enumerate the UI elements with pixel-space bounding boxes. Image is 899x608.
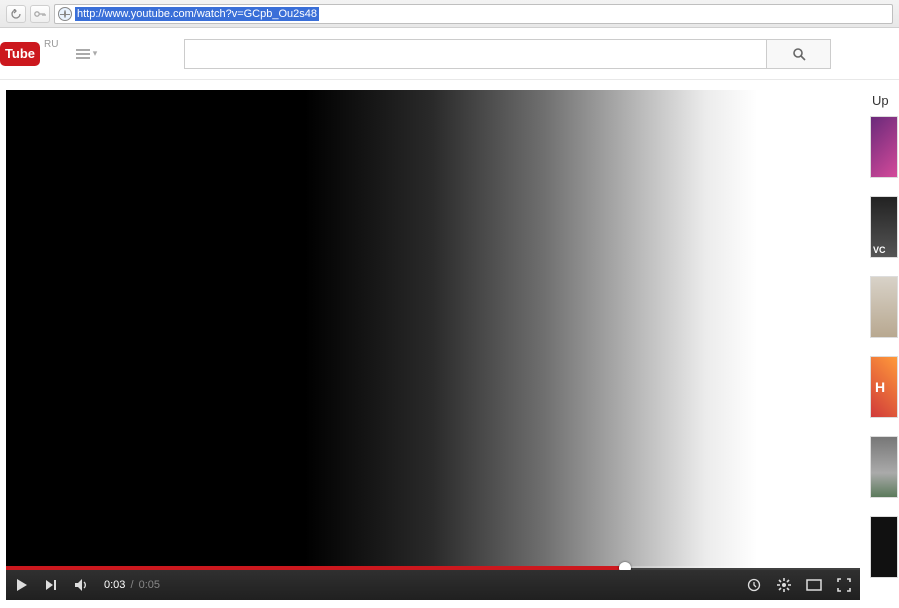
video-surface[interactable] — [6, 90, 860, 568]
gear-icon — [777, 578, 791, 592]
upnext-label: Up — [872, 93, 899, 108]
search-button[interactable] — [766, 39, 831, 69]
browser-back-button[interactable] — [6, 5, 26, 23]
address-bar-url: http://www.youtube.com/watch?v=GCpb_Ou2s… — [75, 7, 319, 21]
volume-icon — [74, 578, 90, 592]
time-current: 0:03 — [104, 579, 125, 591]
fullscreen-button[interactable] — [836, 577, 852, 593]
mute-button[interactable] — [74, 577, 90, 593]
video-player: 0:03 / 0:05 — [6, 90, 860, 600]
watch-later-button[interactable] — [746, 577, 762, 593]
address-bar[interactable]: http://www.youtube.com/watch?v=GCpb_Ou2s… — [54, 4, 893, 24]
key-icon — [34, 10, 46, 18]
upnext-thumbnail[interactable] — [870, 356, 898, 418]
upnext-thumbnail[interactable] — [870, 276, 898, 338]
content-row: 0:03 / 0:05 Up — [0, 80, 899, 600]
upnext-thumbnail[interactable] — [870, 516, 898, 578]
next-icon — [45, 578, 59, 592]
next-button[interactable] — [44, 577, 60, 593]
browser-key-button[interactable] — [30, 5, 50, 23]
upnext-sidebar: Up — [870, 90, 899, 600]
upnext-thumbnail[interactable] — [870, 196, 898, 258]
hamburger-icon — [76, 49, 90, 59]
youtube-logo[interactable]: Tube — [0, 42, 40, 66]
browser-toolbar: http://www.youtube.com/watch?v=GCpb_Ou2s… — [0, 0, 899, 28]
region-code: RU — [44, 39, 58, 50]
globe-icon — [58, 7, 72, 21]
time-display: 0:03 / 0:05 — [104, 579, 160, 591]
search-icon — [792, 47, 806, 61]
play-icon — [15, 578, 29, 592]
search-input[interactable] — [184, 39, 766, 69]
masthead: Tube RU ▾ — [0, 28, 899, 80]
time-separator: / — [130, 579, 133, 591]
clock-icon — [747, 578, 761, 592]
search-form — [184, 39, 831, 69]
upnext-thumbnail[interactable] — [870, 436, 898, 498]
upnext-thumbnail[interactable] — [870, 116, 898, 178]
play-button[interactable] — [14, 577, 30, 593]
time-duration: 0:05 — [139, 579, 160, 591]
settings-button[interactable] — [776, 577, 792, 593]
theater-icon — [806, 579, 822, 591]
chevron-down-icon: ▾ — [93, 48, 98, 59]
guide-button[interactable]: ▾ — [74, 43, 98, 65]
theater-mode-button[interactable] — [806, 577, 822, 593]
fullscreen-icon — [837, 578, 851, 592]
player-controls: 0:03 / 0:05 — [6, 570, 860, 600]
refresh-ccw-icon — [11, 9, 21, 19]
